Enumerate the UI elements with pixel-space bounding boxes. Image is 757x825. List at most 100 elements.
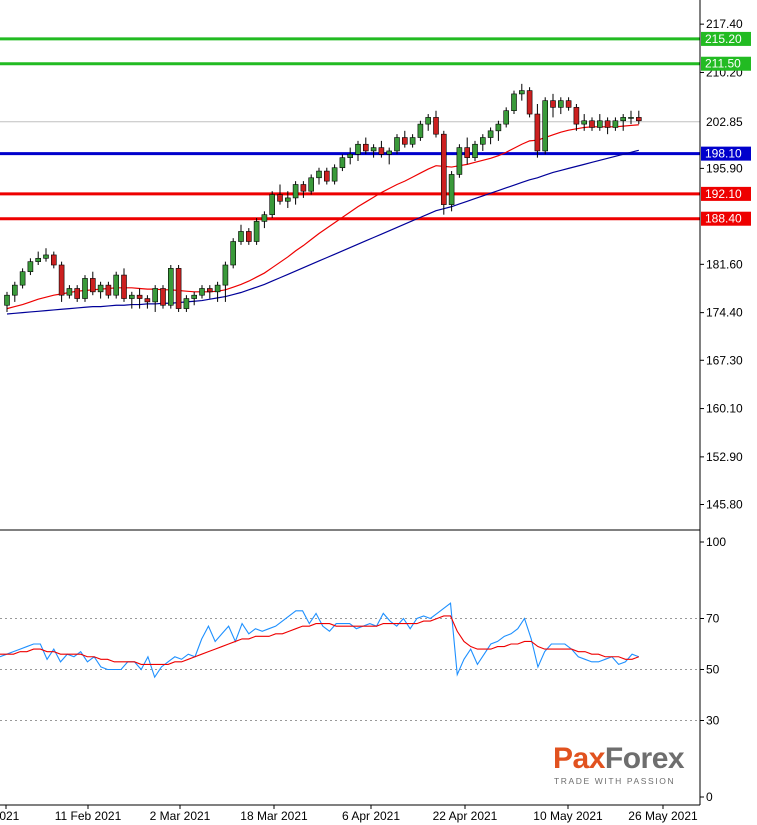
candle — [277, 184, 283, 205]
candle — [152, 285, 158, 312]
level-labels: 215.20 211.50 198.10 192.10 188.40 — [701, 31, 751, 226]
time-tick-label: 2 Mar 2021 — [150, 809, 211, 823]
oscillator-line-blue — [0, 602, 639, 679]
candlesticks — [4, 83, 642, 312]
candle — [97, 281, 104, 299]
candle — [440, 130, 447, 215]
candle — [526, 87, 533, 118]
candle — [456, 144, 463, 178]
candle — [43, 248, 49, 262]
last-price-label: 202.85 — [706, 115, 743, 129]
candle — [401, 130, 408, 148]
candle — [612, 117, 619, 131]
price-tick-label: 160.10 — [706, 402, 743, 416]
level-label-2: 198.10 — [705, 147, 742, 161]
time-tick-label: 18 Mar 2021 — [240, 809, 308, 823]
level-label-3: 192.10 — [705, 187, 742, 201]
level-label-0: 215.20 — [705, 32, 742, 46]
key-levels — [0, 37, 700, 221]
candle — [50, 251, 57, 269]
candle — [300, 181, 307, 198]
candle — [464, 137, 471, 165]
candle — [620, 114, 627, 131]
candle — [292, 181, 299, 205]
candle — [121, 268, 127, 302]
candle — [331, 164, 338, 185]
candle — [409, 134, 416, 148]
price-tick-label: 174.40 — [706, 306, 743, 320]
candle — [191, 291, 197, 306]
candle — [425, 114, 432, 131]
price-tick-label: 167.30 — [706, 353, 743, 367]
oscillator-line-red — [0, 615, 639, 665]
candle — [565, 97, 572, 111]
candle — [370, 144, 377, 158]
price-panel — [0, 37, 700, 315]
time-tick-label: 22 Apr 2021 — [433, 809, 498, 823]
osc-tick-label: 70 — [706, 612, 720, 626]
candle — [448, 171, 455, 212]
candle — [19, 268, 26, 289]
oscillator-levels — [0, 618, 700, 721]
oscillator-panel — [0, 602, 700, 721]
time-axis: 2021 11 Feb 2021 2 Mar 2021 18 Mar 2021 6 Ap… — [0, 805, 698, 823]
price-tick-label: 181.60 — [706, 257, 743, 271]
candle — [199, 285, 205, 299]
candle — [253, 218, 260, 245]
level-label-4: 188.40 — [705, 212, 742, 226]
candle — [550, 93, 556, 118]
osc-tick-label: 100 — [706, 535, 726, 549]
time-tick-label: 26 May 2021 — [628, 809, 698, 823]
price-tick-label: 145.80 — [706, 498, 743, 512]
candle — [378, 140, 385, 158]
time-tick-label: 6 Apr 2021 — [342, 809, 400, 823]
candle — [58, 261, 65, 302]
candle — [518, 83, 525, 101]
candle — [433, 110, 439, 138]
candle — [168, 265, 174, 309]
candle — [339, 154, 346, 172]
candle — [417, 120, 424, 141]
candle — [90, 271, 96, 296]
time-tick-label: 2021 — [0, 809, 20, 823]
candle — [4, 291, 10, 312]
candle — [495, 120, 502, 141]
candle — [136, 288, 143, 309]
price-axis: 217.40210.20195.90181.60174.40167.30160.… — [700, 17, 743, 512]
candle — [66, 285, 73, 299]
candle — [386, 147, 393, 165]
candle — [160, 285, 166, 309]
candle — [503, 107, 510, 128]
candle — [175, 265, 182, 312]
osc-tick-label: 30 — [706, 714, 720, 728]
paxforex-logo: PaxForex TRADE WITH PASSION — [553, 742, 693, 786]
price-tick-label: 217.40 — [706, 17, 743, 31]
candle — [308, 174, 315, 195]
logo-tagline: TRADE WITH PASSION — [554, 776, 676, 786]
candle — [269, 191, 276, 219]
candle — [362, 137, 369, 155]
candle — [261, 211, 268, 229]
candle — [472, 140, 478, 162]
candle — [74, 285, 80, 302]
candle — [82, 275, 88, 302]
candle — [144, 295, 151, 309]
candle — [12, 281, 18, 302]
candle — [214, 281, 221, 302]
osc-tick-label: 50 — [706, 663, 720, 677]
candle — [323, 167, 330, 185]
candle — [557, 97, 564, 115]
candle — [511, 90, 517, 115]
osc-tick-label: 0 — [706, 790, 713, 804]
candle — [573, 103, 580, 131]
candle — [27, 258, 34, 276]
logo-wordmark: PaxForex — [553, 742, 685, 775]
price-tick-label: 152.90 — [706, 450, 743, 464]
oscillator-axis: 100 70 50 30 0 — [700, 535, 726, 804]
candle — [487, 127, 494, 145]
time-tick-label: 10 May 2021 — [533, 809, 603, 823]
candle — [316, 167, 322, 185]
candle — [207, 285, 213, 299]
candle — [238, 224, 244, 245]
price-tick-label: 195.90 — [706, 161, 743, 175]
